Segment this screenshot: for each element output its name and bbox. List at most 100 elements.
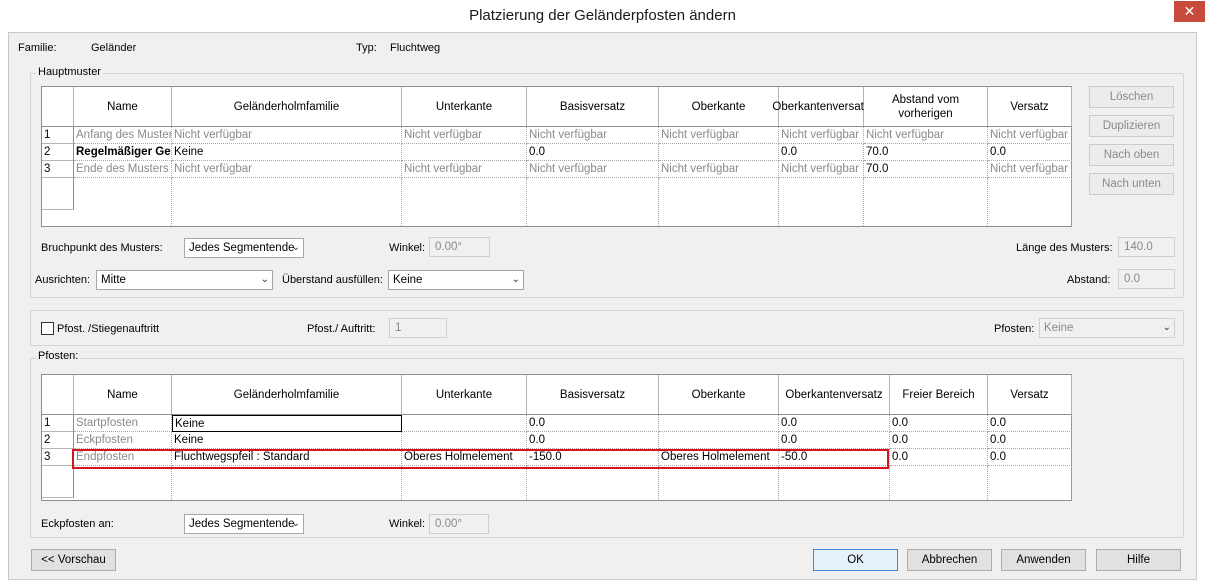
hauptmuster-column-header[interactable]: Geländerholmfamilie <box>172 87 402 127</box>
pfosten-column-line <box>1071 466 1072 500</box>
pfosten-table-cell[interactable]: Eckpfosten <box>74 432 172 449</box>
hauptmuster-table-cell[interactable]: Nicht verfügbar <box>402 127 527 144</box>
vorschau-button[interactable]: << Vorschau <box>31 549 116 571</box>
hauptmuster-table-cell[interactable]: 70.0 <box>864 161 988 178</box>
winkel-input[interactable]: 0.00° <box>429 237 490 257</box>
hauptmuster-table-cell[interactable]: 70.0 <box>864 144 988 161</box>
pfosten-column-line <box>171 466 172 500</box>
hauptmuster-table-cell[interactable]: Nicht verfügbar <box>172 161 402 178</box>
bruchpunkt-label: Bruchpunkt des Musters: <box>41 242 163 254</box>
hauptmuster-table-cell[interactable]: Nicht verfügbar <box>779 127 864 144</box>
pfosten-row-number[interactable]: 2 <box>42 432 74 449</box>
pfosten-table-cell[interactable] <box>659 415 779 432</box>
pfosten-table-cell[interactable]: 0.0 <box>779 432 890 449</box>
hauptmuster-table-cell[interactable]: Nicht verfügbar <box>659 161 779 178</box>
hauptmuster-column-header[interactable]: Unterkante <box>402 87 527 127</box>
hauptmuster-table-cell[interactable]: Keine <box>172 144 402 161</box>
pfosten-table-cell[interactable]: 0.0 <box>527 432 659 449</box>
ok-button[interactable]: OK <box>813 549 898 571</box>
hauptmuster-table-cell[interactable]: Nicht verfügbar <box>988 161 1072 178</box>
pfosten-table-cell[interactable] <box>402 415 527 432</box>
hauptmuster-table-cell[interactable]: 0.0 <box>527 144 659 161</box>
hauptmuster-column-header[interactable]: Oberkante <box>659 87 779 127</box>
pfosten-table-cell[interactable]: 0.0 <box>988 415 1072 432</box>
hauptmuster-table-cell[interactable]: Anfang des Musters <box>74 127 172 144</box>
hauptmuster-group-label: Hauptmuster <box>36 66 103 78</box>
hauptmuster-table-cell[interactable]: Nicht verfügbar <box>527 127 659 144</box>
pfosten-table-cell[interactable]: 0.0 <box>988 432 1072 449</box>
hauptmuster-table-cell[interactable]: Nicht verfügbar <box>172 127 402 144</box>
stiegenauftritt-checkbox[interactable] <box>41 322 54 335</box>
hauptmuster-table-cell[interactable]: Nicht verfügbar <box>864 127 988 144</box>
pfosten-select[interactable]: Keine ⌄ <box>1039 318 1175 338</box>
pfosten-table-cell[interactable] <box>659 432 779 449</box>
abstand-input[interactable]: 0.0 <box>1118 269 1175 289</box>
ueberstand-select[interactable]: Keine ⌄ <box>388 270 524 290</box>
pfosten-table-cell[interactable]: 0.0 <box>890 415 988 432</box>
hauptmuster-column-line <box>526 178 527 226</box>
abstand-label: Abstand: <box>1067 274 1111 286</box>
hauptmuster-table-cell[interactable]: 0.0 <box>988 144 1072 161</box>
loeschen-button[interactable]: Löschen <box>1089 86 1174 108</box>
laenge-input[interactable]: 140.0 <box>1118 237 1175 257</box>
pfosten-table-cell[interactable]: Keine <box>172 415 402 432</box>
hauptmuster-column-header[interactable]: Versatz <box>988 87 1072 127</box>
pfosten-row-number[interactable]: 1 <box>42 415 74 432</box>
hauptmuster-column-line <box>658 178 659 226</box>
pfosten-column-header[interactable]: Freier Bereich <box>890 375 988 415</box>
pfosten-winkel-input[interactable]: 0.00° <box>429 514 489 534</box>
pfosten-column-header[interactable]: Unterkante <box>402 375 527 415</box>
pfosten-table-cell[interactable]: 0.0 <box>890 449 988 466</box>
pfosten-column-header[interactable]: Oberkantenversatz <box>779 375 890 415</box>
pfosten-column-header[interactable]: Geländerholmfamilie <box>172 375 402 415</box>
hauptmuster-table: Name Geländerholmfamilie Unterkante Basisve… <box>41 86 1072 227</box>
window-title: Platzierung der Geländerpfosten ändern <box>469 7 736 24</box>
close-button[interactable]: ✕ <box>1174 1 1205 22</box>
pfosten-table-cell[interactable]: 0.0 <box>779 415 890 432</box>
hauptmuster-table-cell[interactable]: Nicht verfügbar <box>527 161 659 178</box>
pfosten-select-value: Keine <box>1044 322 1074 334</box>
anwenden-button[interactable]: Anwenden <box>1001 549 1086 571</box>
pfosten-table-cell[interactable]: Keine <box>172 432 402 449</box>
pfosten-empty-row <box>42 466 74 498</box>
hauptmuster-column-header[interactable]: Abstand vom vorherigen <box>864 87 988 127</box>
pfosten-table-cell[interactable]: Startpfosten <box>74 415 172 432</box>
bruchpunkt-select[interactable]: Jedes Segmentende ⌄ <box>184 238 304 258</box>
hauptmuster-column-header[interactable]: Basisversatz <box>527 87 659 127</box>
hauptmuster-row-number[interactable]: 1 <box>42 127 74 144</box>
hauptmuster-row-number[interactable]: 2 <box>42 144 74 161</box>
pfosten-column-header[interactable]: Oberkante <box>659 375 779 415</box>
pfosten-row-number[interactable]: 3 <box>42 449 74 466</box>
duplizieren-button[interactable]: Duplizieren <box>1089 115 1174 137</box>
pfosten-table-cell[interactable]: 0.0 <box>988 449 1072 466</box>
pfosten-column-header[interactable]: Name <box>74 375 172 415</box>
hauptmuster-row-number[interactable]: 3 <box>42 161 74 178</box>
pfosten-column-header[interactable]: Basisversatz <box>527 375 659 415</box>
ausrichten-select[interactable]: Mitte ⌄ <box>96 270 273 290</box>
pfosten-column-header[interactable]: Versatz <box>988 375 1072 415</box>
hauptmuster-table-cell[interactable] <box>659 144 779 161</box>
hauptmuster-column-header[interactable]: Oberkantenversatz <box>772 87 870 127</box>
hauptmuster-table-cell[interactable]: Regelmäßiger Geländerpfosten <box>74 144 172 161</box>
pfosten-table-cell[interactable]: 0.0 <box>527 415 659 432</box>
pfosten-table-cell[interactable]: 0.0 <box>890 432 988 449</box>
hauptmuster-table-cell[interactable]: 0.0 <box>779 144 864 161</box>
hauptmuster-table-cell[interactable]: Nicht verfügbar <box>402 161 527 178</box>
pfost-auftritt-input[interactable]: 1 <box>389 318 447 338</box>
hauptmuster-column-line <box>1071 178 1072 226</box>
pfosten-table-cell[interactable] <box>402 432 527 449</box>
hilfe-button[interactable]: Hilfe <box>1096 549 1181 571</box>
abbrechen-button[interactable]: Abbrechen <box>907 549 992 571</box>
hauptmuster-table-cell[interactable]: Nicht verfügbar <box>659 127 779 144</box>
pfosten-column-line <box>778 466 779 500</box>
hauptmuster-corner-header <box>42 87 74 127</box>
hauptmuster-table-cell[interactable]: Nicht verfügbar <box>988 127 1072 144</box>
bruchpunkt-value: Jedes Segmentende <box>189 242 295 254</box>
hauptmuster-column-header[interactable]: Name <box>74 87 172 127</box>
eckpfosten-select[interactable]: Jedes Segmentende ⌄ <box>184 514 304 534</box>
hauptmuster-table-cell[interactable]: Nicht verfügbar <box>779 161 864 178</box>
nach-unten-button[interactable]: Nach unten <box>1089 173 1174 195</box>
hauptmuster-table-cell[interactable] <box>402 144 527 161</box>
hauptmuster-table-cell[interactable]: Ende des Musters <box>74 161 172 178</box>
nach-oben-button[interactable]: Nach oben <box>1089 144 1174 166</box>
